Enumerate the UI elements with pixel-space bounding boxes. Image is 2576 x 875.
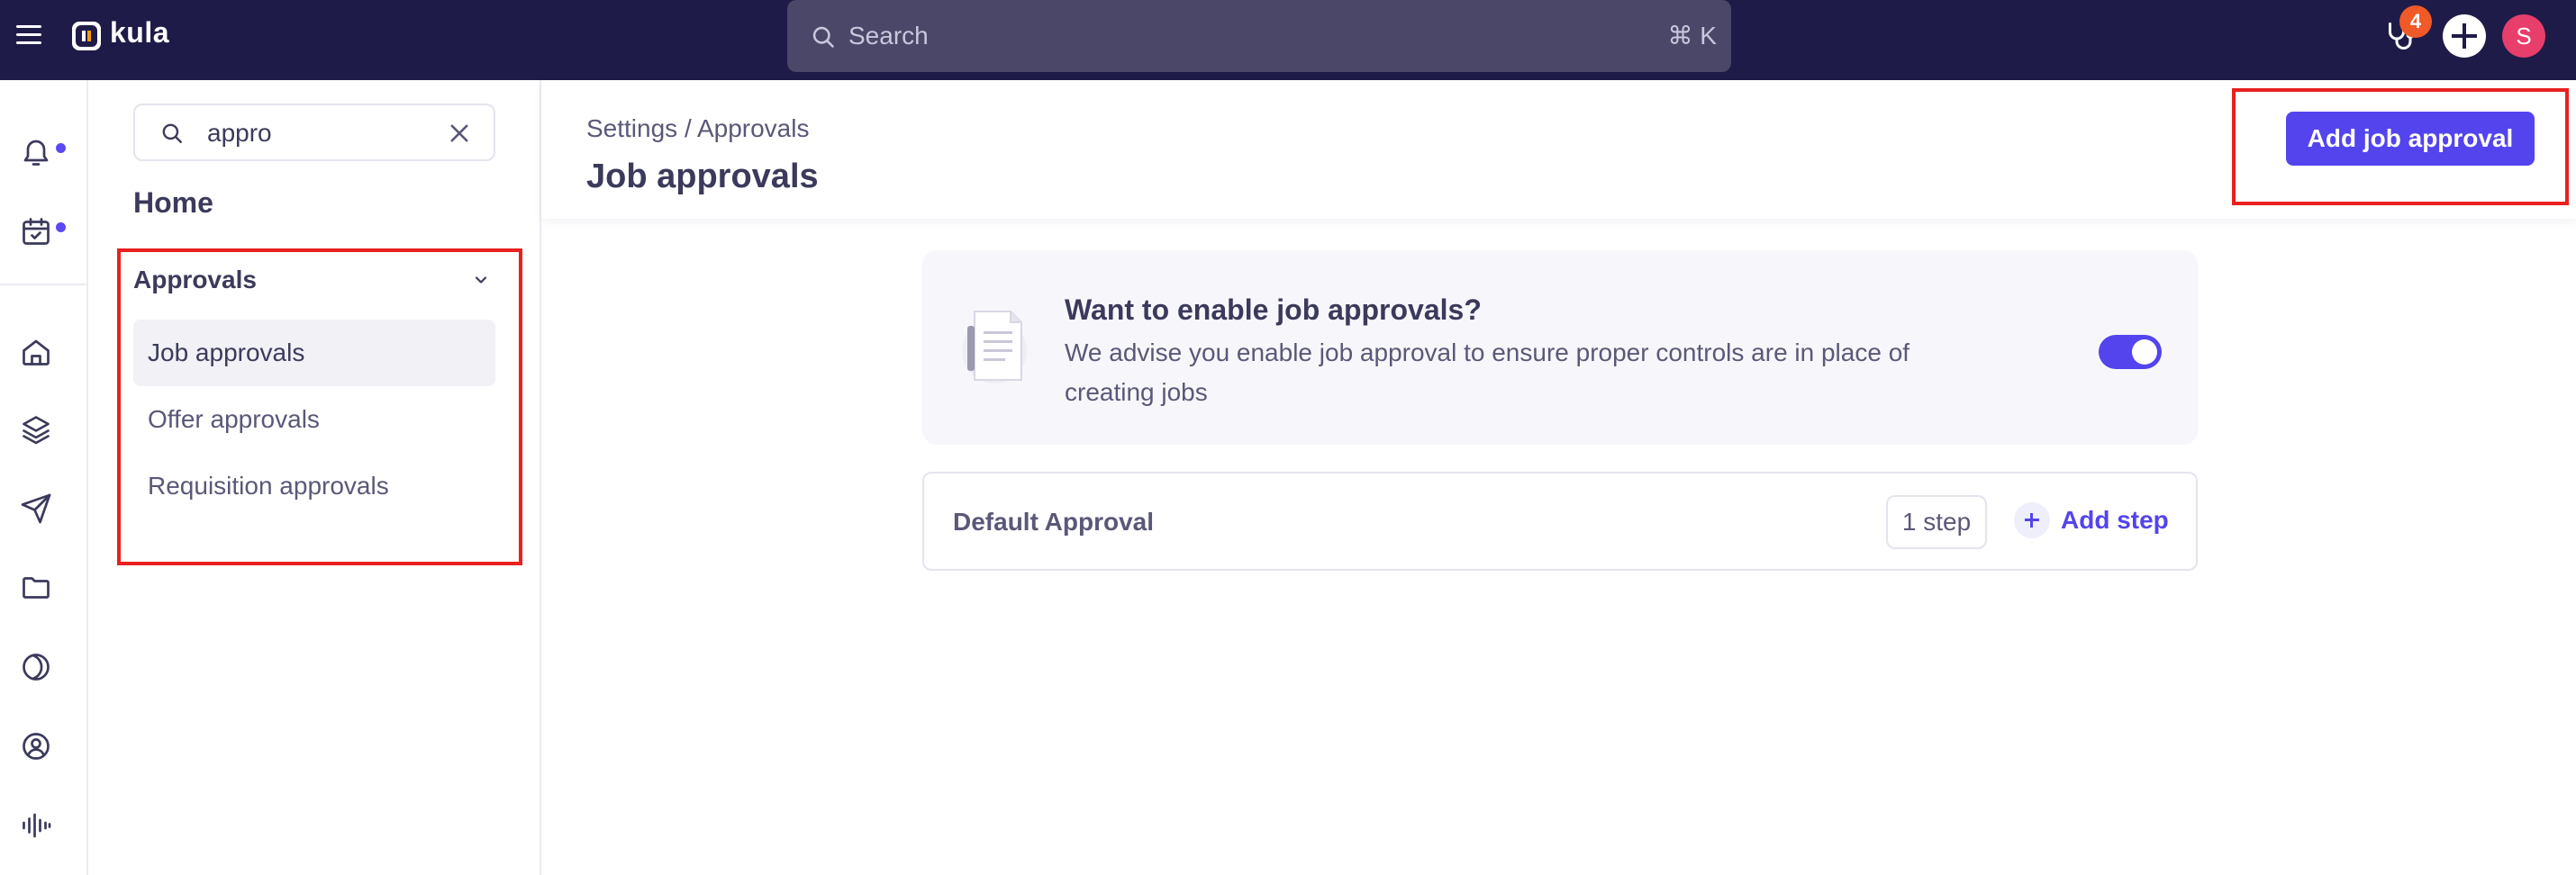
folder-icon[interactable] [20,572,52,604]
logo-text[interactable]: kula [110,16,169,50]
breadcrumb-settings-link[interactable]: Settings [586,114,677,142]
add-job-approval-button[interactable]: Add job approval [2286,112,2535,166]
default-approval-row[interactable]: Default Approval 1 step Add step [922,472,2198,571]
search-shortcut: ⌘ K [1667,22,1717,50]
breadcrumb: Settings / Approvals [586,114,809,143]
top-bar: kula Search ⌘ K 4 S [0,0,2576,80]
calendar-dot-indicator [56,222,66,232]
kula-logo-icon[interactable] [72,22,101,50]
add-step-label: Add step [2061,506,2169,534]
create-plus-icon[interactable] [2443,14,2486,58]
enable-job-approvals-toggle[interactable] [2099,335,2162,369]
settings-search-value: appro [207,119,272,147]
home-icon[interactable] [20,336,52,368]
search-icon [812,26,834,48]
sidebar-item-job-approvals[interactable]: Job approvals [133,320,495,386]
global-search[interactable]: Search ⌘ K [787,0,1731,72]
document-illustration-icon [962,311,1027,383]
page-title: Job approvals [586,158,819,195]
sidebar-group-label: Approvals [133,266,257,293]
enable-job-approvals-card: Want to enable job approvals? We advise … [922,250,2198,445]
avatar[interactable]: S [2502,14,2545,58]
analytics-circle-icon[interactable] [20,651,52,683]
breadcrumb-separator: / [677,114,697,142]
search-icon [162,123,182,143]
layers-icon[interactable] [20,413,52,446]
menu-icon[interactable] [16,25,41,45]
page-header: Settings / Approvals Job approvals [541,80,2576,219]
sidebar-item-label: Job approvals [148,338,305,366]
settings-sidebar: appro Home Approvals Job approvals Offer… [88,80,541,875]
sidebar-item-home[interactable]: Home [133,186,213,220]
sidebar-item-offer-approvals[interactable]: Offer approvals [133,386,495,453]
user-circle-icon[interactable] [20,730,52,762]
chevron-down-icon [475,276,487,284]
send-icon[interactable] [20,492,52,525]
breadcrumb-current: Approvals [696,114,810,142]
step-count-badge: 1 step [1886,495,1987,549]
sidebar-item-requisition-approvals[interactable]: Requisition approvals [133,453,495,519]
sidebar-group-approvals[interactable]: Approvals [133,260,499,300]
notification-badge: 4 [2399,5,2432,38]
rail-divider [0,284,88,285]
sidebar-item-label: Requisition approvals [148,472,389,500]
bell-dot-indicator [56,143,66,153]
bell-icon[interactable] [20,136,52,168]
enable-card-description: We advise you enable job approval to ens… [1065,338,1910,406]
enable-card-title: Want to enable job approvals? [1065,293,1482,326]
icon-rail [0,80,88,875]
audio-wave-icon[interactable] [20,809,52,842]
sidebar-item-label: Offer approvals [148,405,320,433]
search-placeholder: Search [848,22,929,50]
close-icon[interactable] [447,121,472,146]
calendar-check-icon[interactable] [20,215,52,248]
plus-icon [2014,502,2050,538]
approval-name: Default Approval [953,508,1154,536]
settings-search-input[interactable]: appro [133,104,495,161]
